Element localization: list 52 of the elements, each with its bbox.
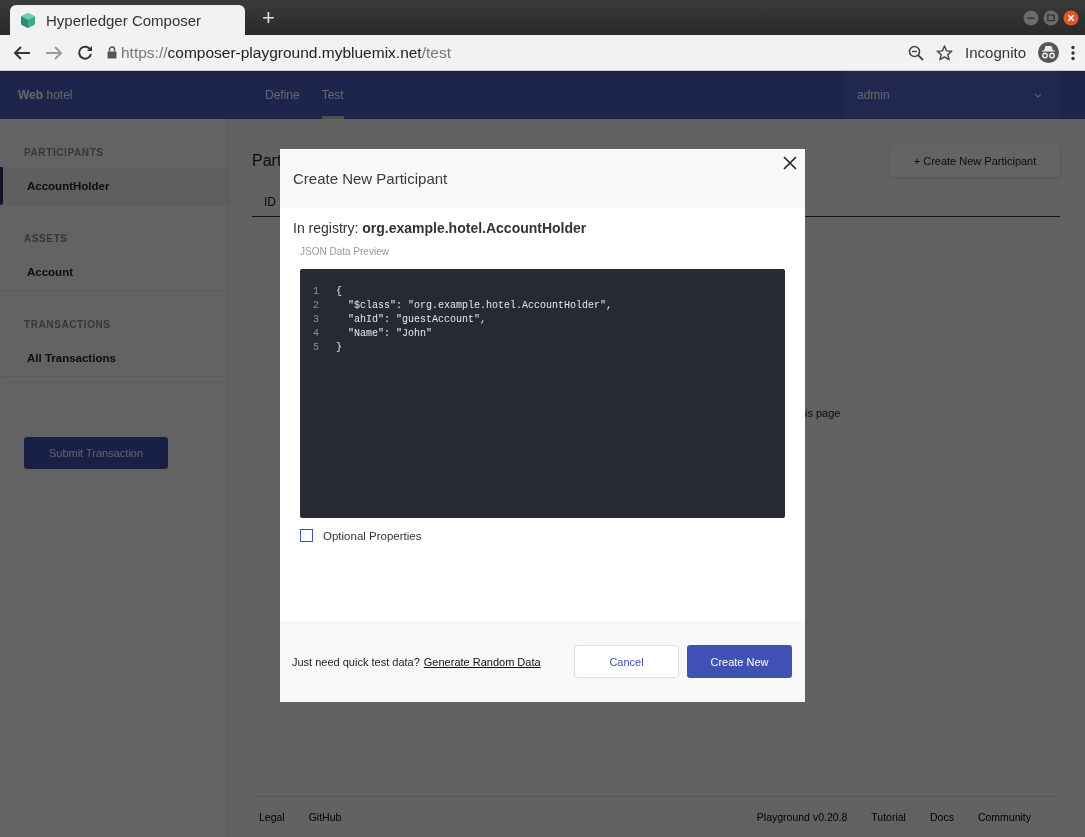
create-new-button[interactable]: Create New [687,645,792,678]
tab-title: Hyperledger Composer [46,11,202,29]
menu-icon[interactable] [1071,44,1075,61]
brand-text: Web hotel [18,88,73,102]
close-icon[interactable] [783,156,797,170]
incognito-icon[interactable] [1038,42,1059,63]
footer-link[interactable]: Playground v0.20.8 [756,811,848,823]
sidebar-item[interactable]: Account [0,253,228,291]
footer-link[interactable]: GitHub [308,811,342,823]
checkbox-label: Optional Properties [323,529,422,542]
url-text[interactable]: https://composer-playground.mybluemix.net/test [121,43,451,62]
sidebar-item[interactable]: All Transactions [0,339,228,377]
registry-text: In registry: org.example.hotel.AccountHolder [293,220,588,236]
close-button[interactable] [1063,9,1079,26]
line-number: 1 [313,285,320,299]
lock-icon [107,46,117,59]
cube-icon [20,11,36,29]
sidebar-item[interactable]: AccountHolder [0,167,228,205]
checkbox[interactable] [300,529,313,542]
reload-icon[interactable] [77,44,93,61]
footer-link[interactable]: Tutorial [871,811,906,823]
code-line: "$class": "org.example.hotel.AccountHolder", [347,299,613,313]
dialog-title: Create New Participant [293,170,448,187]
line-number: 3 [313,313,320,327]
back-icon[interactable] [13,44,31,61]
zoom-out-icon[interactable] [908,44,925,61]
code-line: "ahId": "guestAccount", [347,313,487,327]
code-line: { [336,285,342,299]
code-line: } [336,341,342,355]
cancel-button[interactable]: Cancel [574,645,679,678]
create-participant-button[interactable]: + Create New Participant [890,145,1060,177]
page-title: Part [252,152,282,170]
column-header: ID [264,195,276,209]
profile-label: Incognito [965,44,1026,61]
preview-label: JSON Data Preview [300,246,390,257]
line-number: 2 [313,299,320,313]
submit-transaction-button[interactable]: Submit Transaction [24,437,168,469]
footer-link[interactable]: Community [977,811,1031,823]
footer-link[interactable]: Docs [929,811,954,823]
new-tab-button[interactable]: + [262,6,275,29]
minimize-button[interactable] [1023,9,1039,26]
star-icon[interactable] [936,44,954,61]
code-line: "Name": "John" [347,327,432,341]
hint-text: Just need quick test data? [292,655,420,668]
footer-link[interactable]: Legal [259,811,285,823]
generate-random-data-link[interactable]: Generate Random Data [423,655,541,668]
line-number: 5 [313,341,320,355]
browser-tab[interactable]: Hyperledger Composer [10,5,245,35]
nav-tab[interactable]: Define [265,71,300,119]
line-number: 4 [313,327,320,341]
chevron-down-icon [1034,92,1042,98]
empty-message: is page [805,407,842,419]
